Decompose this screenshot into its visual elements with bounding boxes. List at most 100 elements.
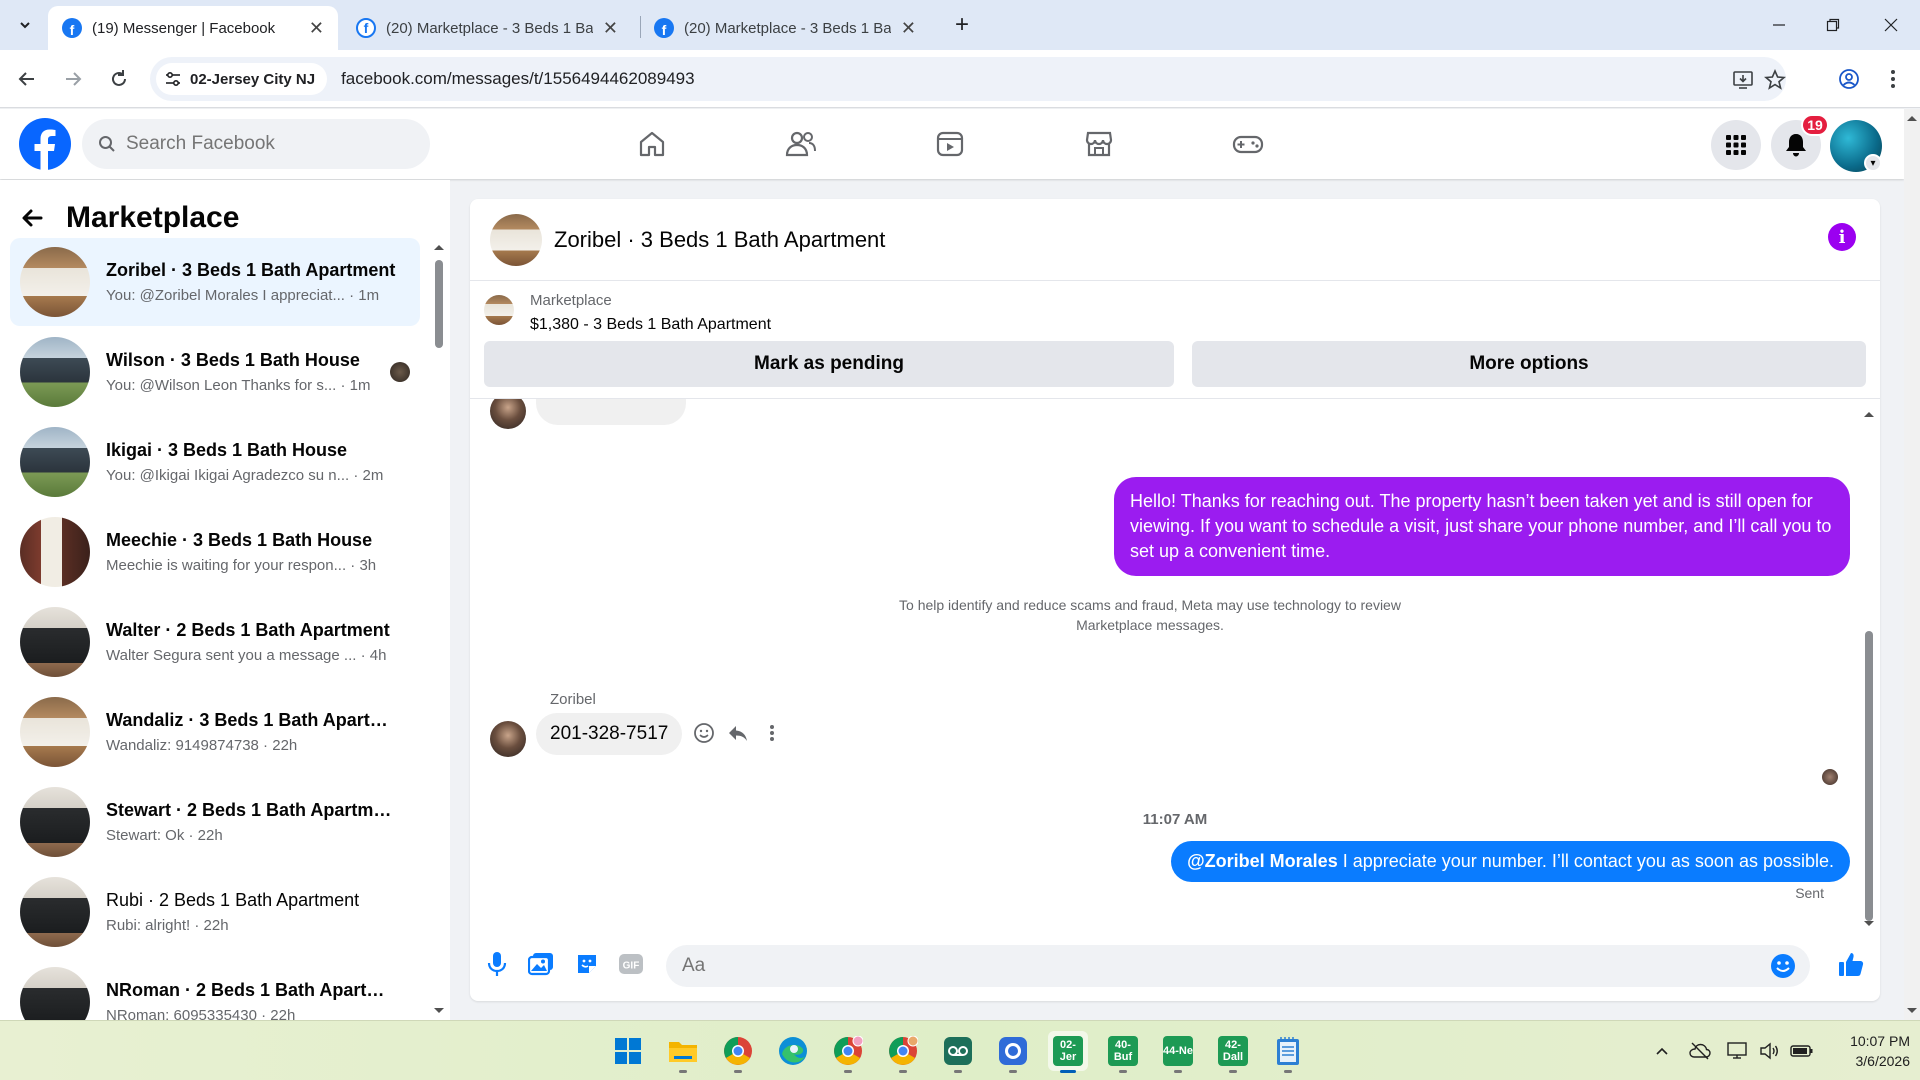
nav-gaming[interactable] <box>1193 119 1303 169</box>
battery-icon[interactable] <box>1790 1039 1814 1063</box>
mark-as-pending-button[interactable]: Mark as pending <box>484 341 1174 387</box>
gif-icon[interactable]: GIF <box>616 949 646 979</box>
more-vertical-icon[interactable] <box>758 719 786 747</box>
emoji-icon[interactable] <box>1770 953 1796 979</box>
taskbar-app-02-jer[interactable]: 02-Jer <box>1048 1031 1088 1073</box>
conversation-item[interactable]: Meechie · 3 Beds 1 Bath House Meechie is … <box>10 508 420 596</box>
reload-button[interactable] <box>104 64 134 94</box>
menu-button[interactable] <box>1711 120 1761 170</box>
browser-menu-button[interactable] <box>1878 64 1908 94</box>
conversation-item[interactable]: NRoman · 2 Beds 1 Bath Apartm... NRoman: … <box>10 958 420 1020</box>
more-options-button[interactable]: More options <box>1192 341 1866 387</box>
taskbar-search-app[interactable] <box>993 1031 1033 1073</box>
react-smiley-icon[interactable] <box>690 719 718 747</box>
conversation-text: Wandaliz · 3 Beds 1 Bath Apartm... Wandal… <box>106 710 396 754</box>
clock-date: 3/6/2026 <box>1855 1053 1911 1069</box>
tab-marketplace-2[interactable]: f (20) Marketplace - 3 Beds 1 Bath ✕ <box>640 6 930 50</box>
conversation-item[interactable]: Rubi · 2 Beds 1 Bath Apartment Rubi: alri… <box>10 868 420 956</box>
taskbar-app-40-buf[interactable]: 40-Buf <box>1103 1031 1143 1073</box>
system-clock[interactable]: 10:07 PM 3/6/2026 <box>1820 1031 1910 1071</box>
sidebar-scrollbar[interactable] <box>432 238 446 1020</box>
taskbar-app-44-ne[interactable]: 44-Ne <box>1158 1031 1198 1073</box>
scrollbar-thumb[interactable] <box>435 260 443 348</box>
reply-icon[interactable] <box>724 719 752 747</box>
cloud-offline-icon[interactable] <box>1688 1039 1712 1063</box>
restore-button[interactable] <box>1810 10 1856 40</box>
scroll-up-arrow-icon[interactable] <box>432 242 446 252</box>
conversation-title[interactable]: Zoribel · 3 Beds 1 Bath Apartment <box>554 227 885 253</box>
page-scrollbar[interactable] <box>1904 109 1920 1020</box>
close-icon[interactable]: ✕ <box>309 18 324 39</box>
nav-friends[interactable] <box>746 119 856 169</box>
listing-thumbnail[interactable] <box>484 295 514 325</box>
conversation-item[interactable]: Wilson · 3 Beds 1 Bath House You: @Wilson… <box>10 328 420 416</box>
scroll-down-arrow-icon[interactable] <box>1904 1006 1920 1016</box>
forward-button[interactable] <box>58 64 88 94</box>
thread-scrollbar[interactable] <box>1862 409 1876 929</box>
info-icon[interactable]: i <box>1828 223 1856 251</box>
tab-messenger[interactable]: f (19) Messenger | Facebook ✕ <box>48 6 338 50</box>
nav-marketplace[interactable] <box>1044 119 1154 169</box>
close-icon[interactable]: ✕ <box>603 18 618 39</box>
sticker-icon[interactable] <box>572 949 602 979</box>
outgoing-message[interactable]: Hello! Thanks for reaching out. The prop… <box>1114 477 1850 576</box>
back-arrow-button[interactable] <box>14 200 50 236</box>
outgoing-message-latest[interactable]: @Zoribel Morales I appreciate your numbe… <box>1171 841 1850 882</box>
tab-search-button[interactable] <box>10 10 40 40</box>
scrollbar-thumb[interactable] <box>1865 631 1873 921</box>
conversation-preview: You: @Zoribel Morales I appreciat... · 1… <box>106 287 380 304</box>
start-button[interactable] <box>608 1031 648 1071</box>
taskbar-edge[interactable] <box>773 1031 813 1071</box>
message-input[interactable] <box>682 955 1742 977</box>
facebook-logo-icon[interactable] <box>19 118 71 170</box>
scroll-up-arrow-icon[interactable] <box>1904 113 1920 123</box>
scroll-up-arrow-icon[interactable] <box>1862 409 1876 419</box>
conversation-text: Rubi · 2 Beds 1 Bath Apartment Rubi: alri… <box>106 890 396 934</box>
thumbs-up-icon[interactable] <box>1836 949 1866 979</box>
new-tab-button[interactable]: + <box>948 10 976 40</box>
listing-thumbnail <box>20 427 90 497</box>
conversation-item[interactable]: Ikigai · 3 Beds 1 Bath House You: @Ikigai… <box>10 418 420 506</box>
close-icon[interactable]: ✕ <box>901 18 916 39</box>
back-button[interactable] <box>12 64 42 94</box>
taskbar-chrome-profile-1[interactable] <box>828 1031 868 1073</box>
scroll-down-arrow-icon[interactable] <box>432 1006 446 1016</box>
facebook-search-input[interactable] <box>126 133 406 155</box>
taskbar-app-42-dall[interactable]: 42-Dall <box>1213 1031 1253 1073</box>
incoming-message[interactable]: 201-328-7517 <box>536 713 683 755</box>
facebook-search-box[interactable] <box>82 119 430 169</box>
conversation-thumbnail[interactable] <box>490 213 542 266</box>
taskbar-file-explorer[interactable] <box>663 1031 703 1073</box>
install-app-icon[interactable] <box>1730 67 1756 93</box>
chevron-down-icon[interactable]: ▾ <box>1864 154 1882 172</box>
minimize-button[interactable] <box>1756 10 1802 40</box>
volume-icon[interactable] <box>1758 1039 1782 1063</box>
close-window-button[interactable] <box>1868 10 1914 40</box>
nav-home[interactable] <box>597 119 707 169</box>
taskbar-voicemail-app[interactable] <box>938 1031 978 1073</box>
listing-thumbnail <box>20 337 90 407</box>
contact-avatar[interactable] <box>490 721 526 757</box>
profile-button[interactable] <box>1834 64 1864 94</box>
scroll-down-arrow-icon[interactable] <box>1862 919 1876 929</box>
taskbar-notepad[interactable] <box>1268 1031 1308 1073</box>
nav-video[interactable] <box>895 119 1005 169</box>
conversation-item[interactable]: Zoribel · 3 Beds 1 Bath Apartment You: @Z… <box>10 238 420 326</box>
listing-title[interactable]: $1,380 - 3 Beds 1 Bath Apartment <box>530 316 771 334</box>
conversation-item[interactable]: Wandaliz · 3 Beds 1 Bath Apartm... Wandal… <box>10 688 420 776</box>
taskbar-chrome-profile-2[interactable] <box>883 1031 923 1073</box>
photo-gallery-icon[interactable] <box>526 949 556 979</box>
conversation-item[interactable]: Stewart · 2 Beds 1 Bath Apartment Stewart… <box>10 778 420 866</box>
message-input-box[interactable] <box>666 945 1810 987</box>
address-bar[interactable]: 02-Jersey City NJ facebook.com/messages/… <box>150 57 1786 101</box>
site-info-chip[interactable]: 02-Jersey City NJ <box>156 63 328 95</box>
taskbar-chrome[interactable] <box>718 1031 758 1073</box>
conversation-item[interactable]: Walter · 2 Beds 1 Bath Apartment Walter S… <box>10 598 420 686</box>
microphone-icon[interactable] <box>482 949 512 979</box>
url-text[interactable]: facebook.com/messages/t/1556494462089493 <box>341 69 694 89</box>
tab-marketplace-1[interactable]: f (20) Marketplace - 3 Beds 1 Bath ✕ <box>342 6 632 50</box>
mention-tag[interactable]: @Zoribel Morales <box>1187 851 1338 871</box>
network-icon[interactable] <box>1726 1039 1750 1063</box>
show-hidden-icons-button[interactable] <box>1650 1039 1674 1063</box>
bookmark-star-icon[interactable] <box>1762 67 1788 93</box>
